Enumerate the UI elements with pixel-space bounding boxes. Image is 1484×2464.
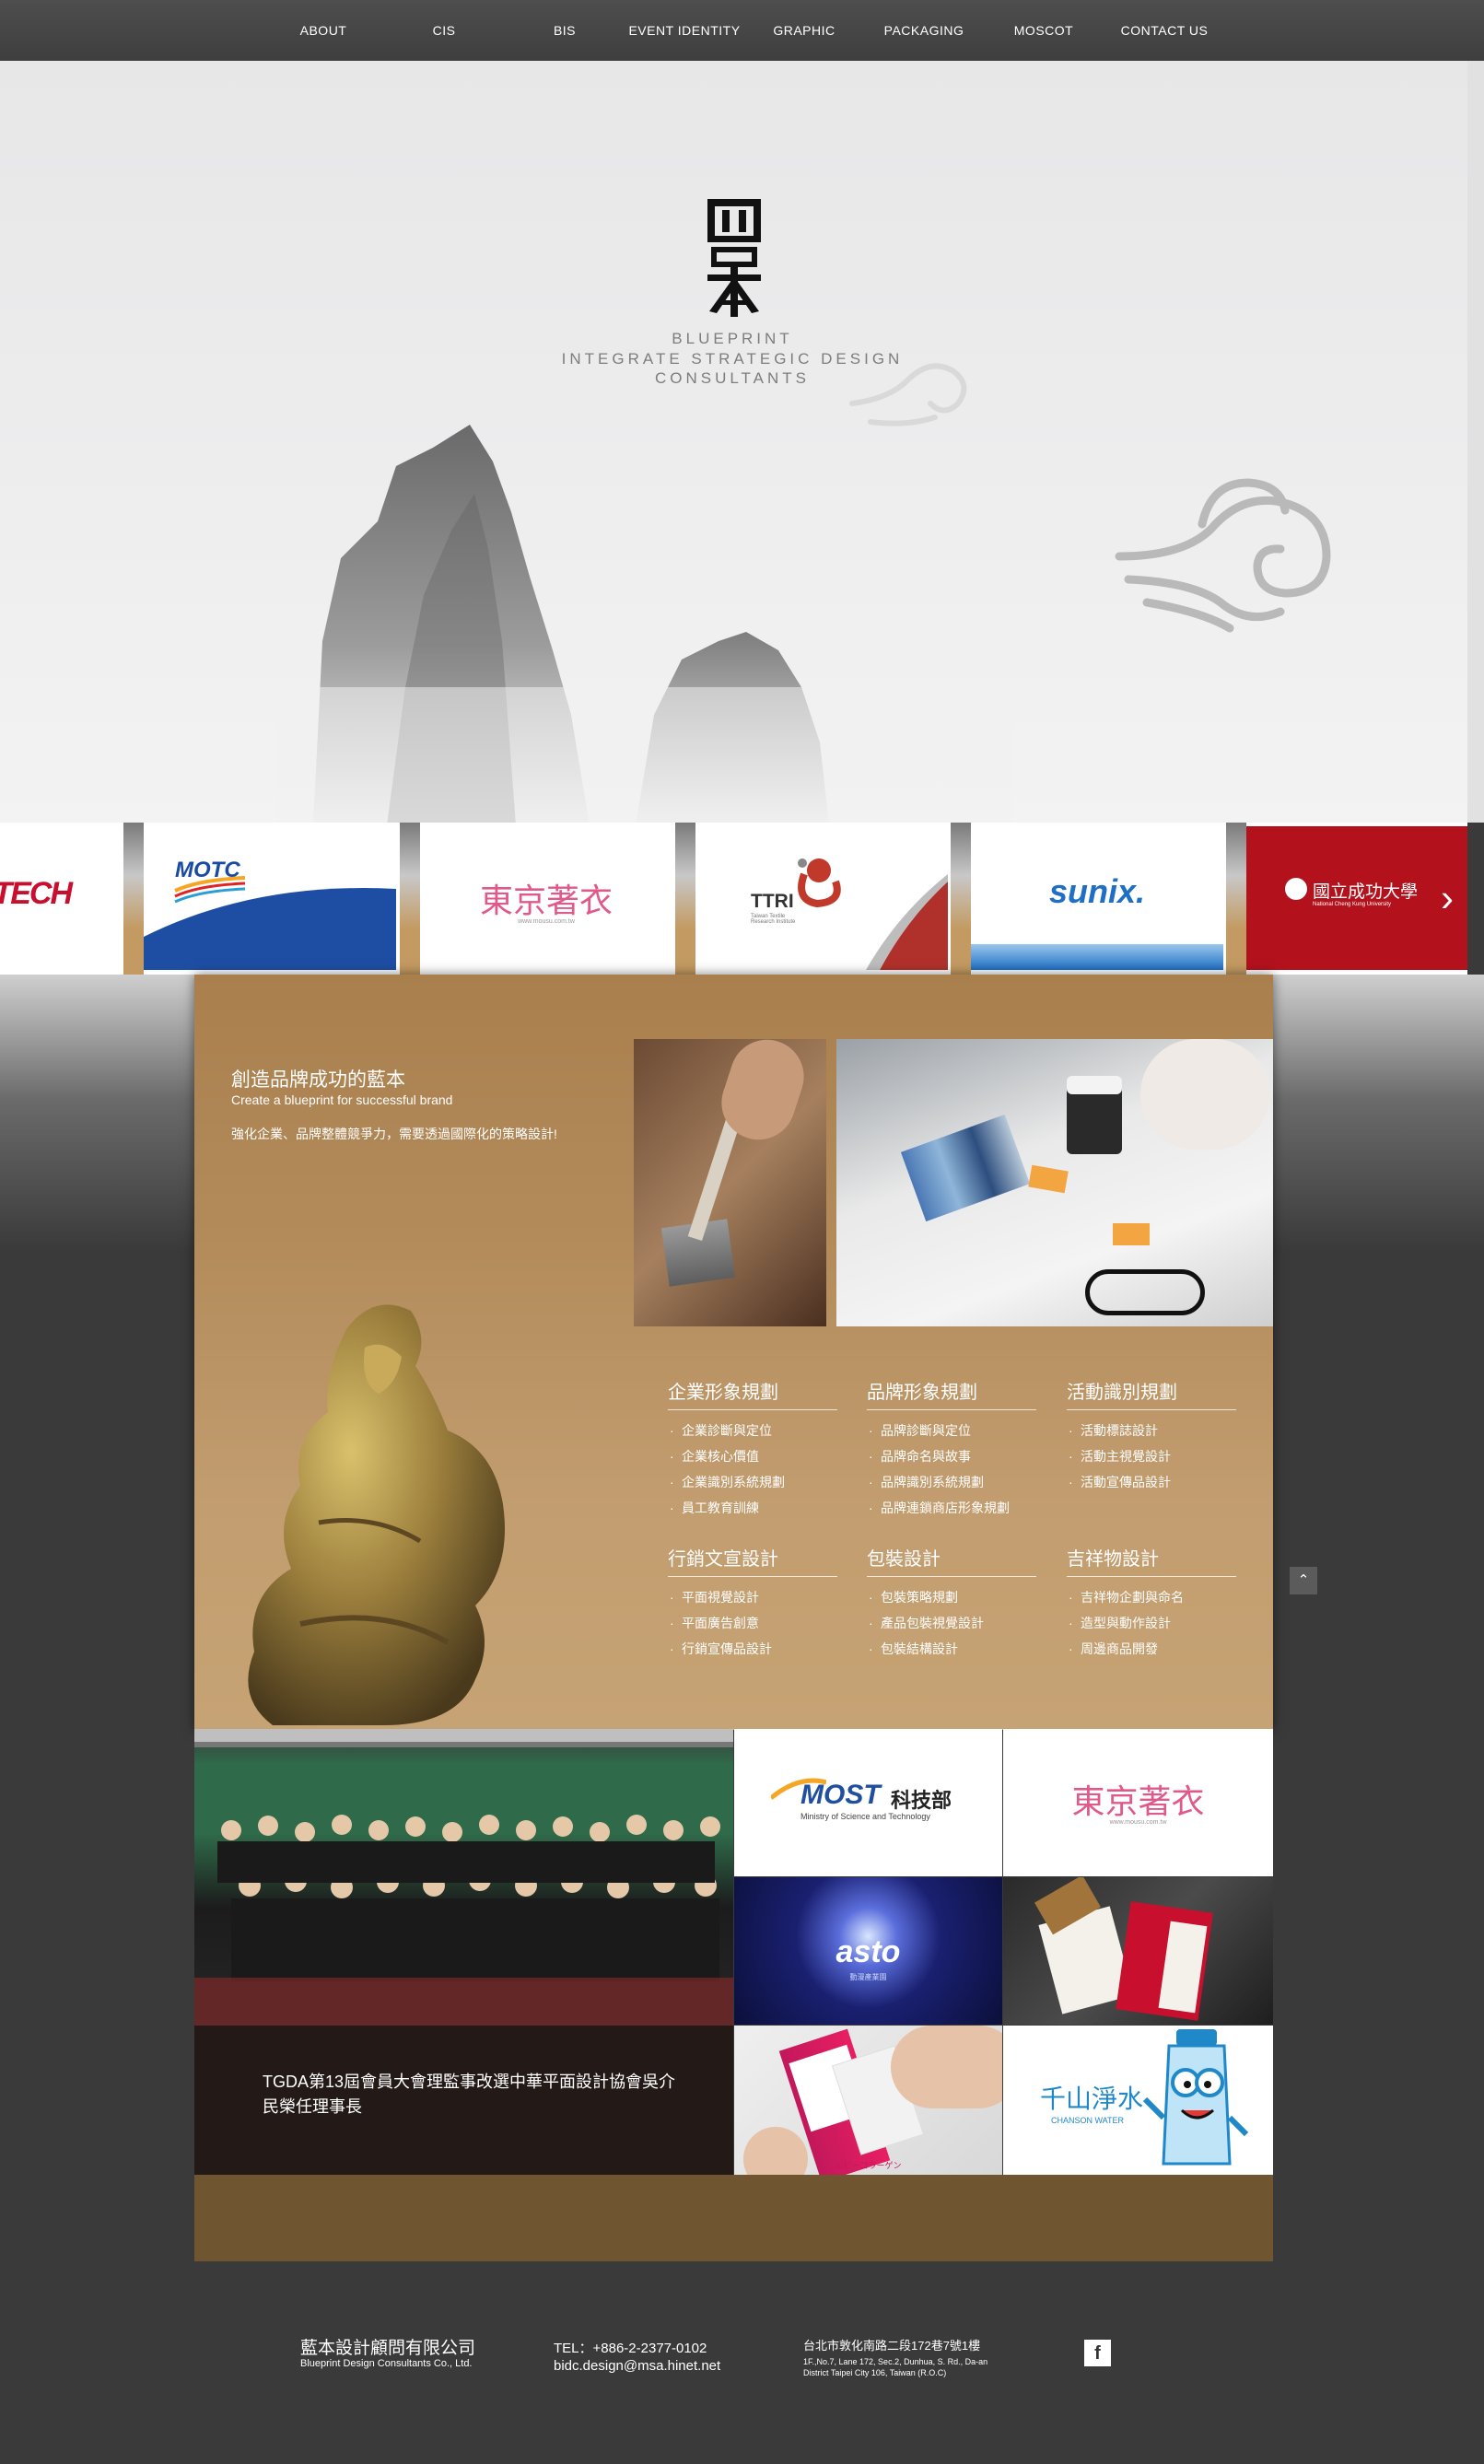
ttri-swoosh xyxy=(798,858,948,970)
footer xyxy=(0,2261,1484,2464)
service-brand-identity: 品牌形象規劃 品牌診斷與定位 品牌命名與故事 品牌識別系統規劃 品牌連鎖商店形象… xyxy=(867,1377,1036,1521)
seal-carving-photo xyxy=(634,1039,826,1326)
scrollbar[interactable] xyxy=(1467,61,1484,823)
carousel-slide-motc[interactable]: MOTC xyxy=(144,826,396,970)
service-item[interactable]: 吉祥物企劃與命名 xyxy=(1067,1584,1236,1610)
intro-description: 強化企業、品牌整體競爭力，需要透過國際化的策略設計! xyxy=(231,1127,557,1141)
service-item[interactable]: 產品包裝視覺設計 xyxy=(867,1610,1036,1636)
service-item[interactable]: 活動宣傳品設計 xyxy=(1067,1469,1236,1495)
footer-company-name: 藍本設計顧問有限公司 xyxy=(300,2339,476,2358)
design-meeting-photo xyxy=(836,1039,1273,1326)
footer-email[interactable]: bidc.design@msa.hinet.net xyxy=(554,2358,720,2374)
service-item[interactable]: 周邊商品開發 xyxy=(1067,1636,1236,1662)
carousel-slide-tokyo[interactable]: 東京著衣 www.mousu.com.tw xyxy=(420,826,672,970)
service-item[interactable]: 員工教育訓練 xyxy=(668,1495,837,1521)
blueprint-logo-icon xyxy=(707,199,761,317)
footer-address-en: 1F.,No.7, Lane 172, Sec.2, Dunhua, S. Rd… xyxy=(803,2357,988,2377)
service-item[interactable]: 品牌命名與故事 xyxy=(867,1443,1036,1469)
water-bottle-mascot-icon xyxy=(1142,2029,1249,2166)
carousel-slide-tech[interactable]: TECH xyxy=(0,826,122,970)
service-item[interactable]: 品牌識別系統規劃 xyxy=(867,1469,1036,1495)
portfolio-most[interactable]: MOST 科技部 Ministry of Science and Technol… xyxy=(734,1729,1002,1876)
nav-event-identity[interactable]: EVENT IDENTITY xyxy=(625,0,744,61)
panel-bottom-band xyxy=(194,2175,1273,2261)
service-corporate-identity: 企業形象規劃 企業診斷與定位 企業核心價值 企業識別系統規劃 員工教育訓練 xyxy=(668,1377,837,1521)
service-item[interactable]: 行銷宣傳品設計 xyxy=(668,1636,837,1662)
service-item[interactable]: 活動主視覺設計 xyxy=(1067,1443,1236,1469)
carousel-slide-sunix[interactable]: sunix. xyxy=(971,826,1223,970)
footer-company-name-en: Blueprint Design Consultants Co., Ltd. xyxy=(300,2358,473,2369)
service-item[interactable]: 包裝結構設計 xyxy=(867,1636,1036,1662)
carousel-next-arrow[interactable]: › xyxy=(1433,875,1461,921)
service-item[interactable]: 品牌診斷與定位 xyxy=(867,1418,1036,1443)
footer-phone: TEL：+886-2-2377-0102 xyxy=(554,2341,707,2356)
service-packaging-design: 包裝設計 包裝策略規劃 產品包裝視覺設計 包裝結構設計 xyxy=(867,1544,1036,1662)
service-item[interactable]: 平面視覺設計 xyxy=(668,1584,837,1610)
intro-title: 創造品牌成功的藍本 xyxy=(231,1069,405,1091)
news-highlight[interactable]: TGDA第13屆會員大會理監事改選中華平面設計協會吳介民榮任理事長 xyxy=(194,2026,733,2175)
top-navigation: ABOUT CIS BIS EVENT IDENTITY GRAPHIC PAC… xyxy=(0,0,1484,62)
service-event-identity: 活動識別規劃 活動標誌設計 活動主視覺設計 活動宣傳品設計 xyxy=(1067,1377,1236,1495)
facebook-icon[interactable]: f xyxy=(1084,2340,1111,2366)
service-item[interactable]: 品牌連鎖商店形象規劃 xyxy=(867,1495,1036,1521)
cloud-swirl-icon xyxy=(1115,478,1331,633)
portfolio-packaging[interactable] xyxy=(1003,1877,1273,2025)
carousel-slide-ttri[interactable]: TTRI Taiwan Textile Research Institute xyxy=(695,826,948,970)
nav-cis[interactable]: CIS xyxy=(384,0,504,61)
event-group-photo[interactable] xyxy=(194,1729,733,2026)
portfolio-water-mascot[interactable]: 千山淨水 CHANSON WATER xyxy=(1003,2026,1273,2175)
client-logo-carousel: TECH MOTC 東京著衣 www.mousu.com.tw TTRI Tai… xyxy=(0,823,1467,975)
service-item[interactable]: 活動標誌設計 xyxy=(1067,1418,1236,1443)
service-item[interactable]: 企業核心價值 xyxy=(668,1443,837,1469)
motc-swoosh xyxy=(144,876,396,970)
tagline-line-2: INTEGRATE STRATEGIC DESIGN xyxy=(561,350,904,368)
portfolio-tokyo[interactable]: 東京著衣 www.mousu.com.tw xyxy=(1003,1729,1273,1876)
portfolio-asto[interactable]: asto 動漫產業園 xyxy=(734,1877,1002,2025)
service-item[interactable]: 企業識別系統規劃 xyxy=(668,1469,837,1495)
crowd-silhouettes xyxy=(194,1729,733,2026)
tagline-line-1: BLUEPRINT xyxy=(672,330,793,347)
footer-address: 台北市敦化南路二段172巷7號1樓 xyxy=(803,2339,981,2353)
service-mascot-design: 吉祥物設計 吉祥物企劃與命名 造型與動作設計 周邊商品開發 xyxy=(1067,1544,1236,1662)
golden-statue-photo xyxy=(248,1304,505,1725)
nav-graphic[interactable]: GRAPHIC xyxy=(744,0,864,61)
service-item[interactable]: 造型與動作設計 xyxy=(1067,1610,1236,1636)
services-panel: 創造品牌成功的藍本 Create a blueprint for success… xyxy=(194,975,1273,1730)
nav-moscot[interactable]: MOSCOT xyxy=(984,0,1104,61)
service-item[interactable]: 平面廣告創意 xyxy=(668,1610,837,1636)
service-marketing-design: 行銷文宣設計 平面視覺設計 平面廣告創意 行銷宣傳品設計 xyxy=(668,1544,837,1662)
hero-banner xyxy=(0,61,1467,823)
nav-packaging[interactable]: PACKAGING xyxy=(864,0,984,61)
mountain-illustration xyxy=(276,425,1013,823)
tagline-line-3: CONSULTANTS xyxy=(654,369,811,387)
news-headline[interactable]: TGDA第13屆會員大會理監事改選中華平面設計協會吳介民榮任理事長 xyxy=(263,2070,686,2120)
nav-contact-us[interactable]: CONTACT US xyxy=(1104,0,1224,61)
service-item[interactable]: 包裝策略規劃 xyxy=(867,1584,1036,1610)
intro-subtitle: Create a blueprint for successful brand xyxy=(231,1092,453,1107)
nav-bis[interactable]: BIS xyxy=(505,0,625,61)
back-to-top-button[interactable]: ⌃ xyxy=(1290,1567,1317,1594)
nav-about[interactable]: ABOUT xyxy=(263,0,383,61)
service-item[interactable]: 企業診斷與定位 xyxy=(668,1418,837,1443)
portfolio-collagen[interactable]: ルビーコラーゲン xyxy=(734,2026,1002,2175)
